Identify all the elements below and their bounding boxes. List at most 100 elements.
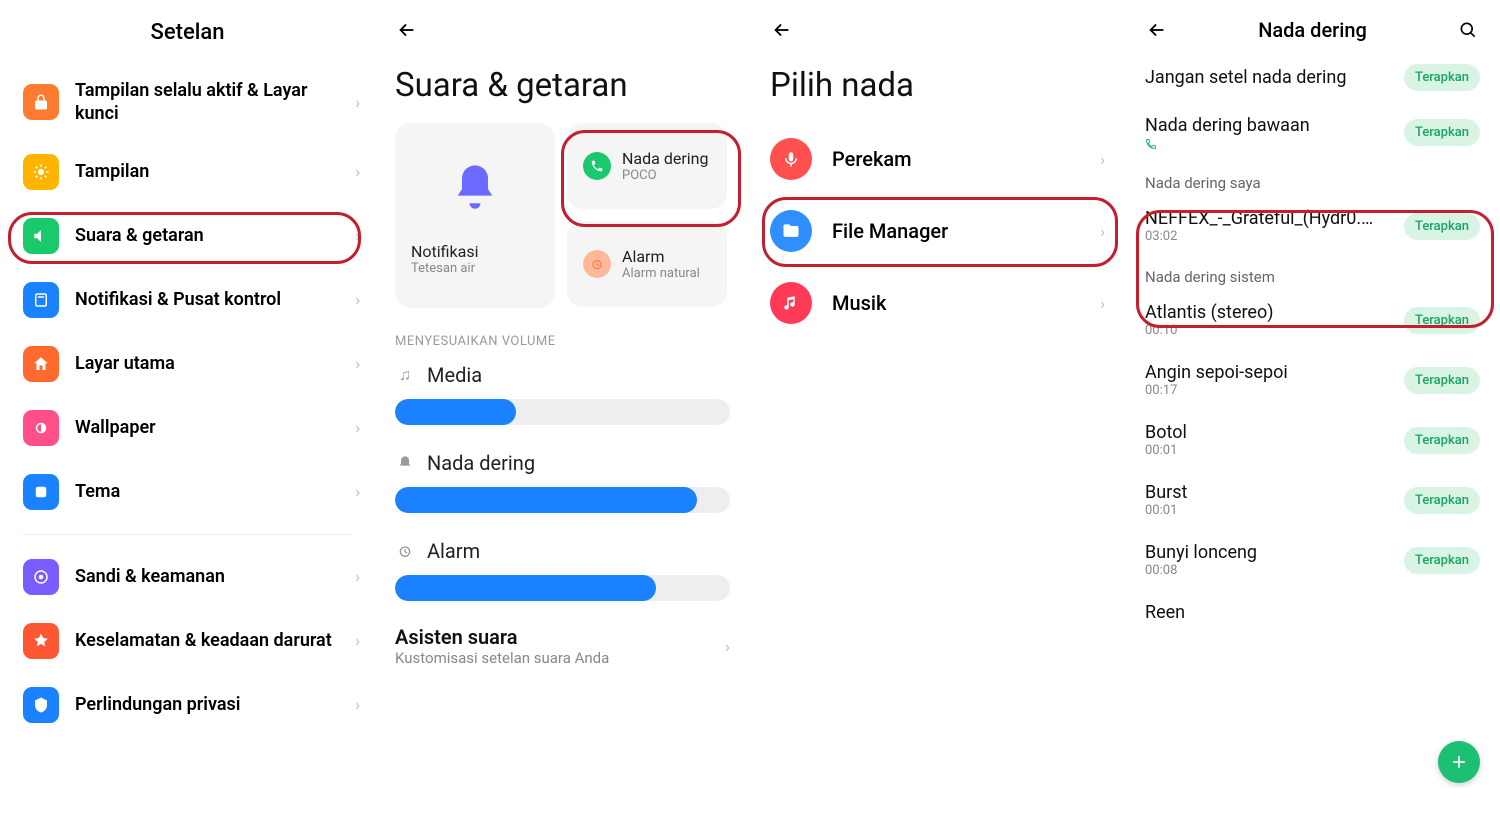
page-title: Nada dering (1169, 18, 1456, 42)
source-recorder[interactable]: Perekam › (750, 123, 1125, 195)
ringtone-reen[interactable]: Reen (1125, 590, 1500, 623)
ringtone-atlantis[interactable]: Atlantis (stereo) 00:10 Terapkan (1125, 290, 1500, 350)
ringtone-none[interactable]: Jangan setel nada dering Terapkan (1125, 52, 1500, 103)
chevron-right-icon: › (1100, 222, 1105, 241)
item-always-on-display[interactable]: Tampilan selalu aktif & Layar kunci › (0, 65, 375, 140)
item-home-screen[interactable]: Layar utama › (0, 332, 375, 396)
apply-button[interactable]: Terapkan (1404, 307, 1480, 334)
ringtone-panel: Nada dering Jangan setel nada dering Ter… (1125, 0, 1500, 813)
sun-icon (23, 154, 59, 190)
chevron-right-icon: › (355, 93, 360, 112)
ringtone-custom-neffex[interactable]: NEFFEX_-_Grateful_(Hydr0.... 03:02 Terap… (1125, 196, 1500, 256)
ringtone-title: Jangan setel nada dering (1145, 67, 1404, 88)
ringtone-burst[interactable]: Burst 00:01 Terapkan (1125, 470, 1500, 530)
volume-alarm: Alarm (375, 533, 750, 603)
item-password-security[interactable]: Sandi & keamanan › (0, 545, 375, 609)
source-label: Perekam (832, 147, 1100, 171)
back-button[interactable] (395, 18, 419, 42)
back-button[interactable] (1145, 18, 1169, 42)
alarm-clock-icon (583, 250, 611, 278)
emergency-icon (23, 623, 59, 659)
ringtone-duration: 00:17 (1145, 383, 1404, 398)
ringtone-duration: 00:10 (1145, 323, 1404, 338)
wallpaper-icon (23, 410, 59, 446)
page-title: Suara & getaran (375, 52, 750, 123)
ringtone-duration: 03:02 (1145, 229, 1404, 244)
add-ringtone-fab[interactable] (1438, 741, 1480, 783)
folder-icon (770, 210, 812, 252)
chevron-right-icon: › (355, 290, 360, 309)
alarm-card[interactable]: Alarm Alarm natural (567, 221, 727, 307)
ringtone-title: Burst (1145, 482, 1404, 503)
apply-button[interactable]: Terapkan (1404, 427, 1480, 454)
item-label: Layar utama (75, 352, 355, 375)
ringtone-title: Botol (1145, 422, 1404, 443)
ringtone-title: Bunyi lonceng (1145, 542, 1404, 563)
media-slider[interactable] (395, 399, 730, 425)
item-wallpaper[interactable]: Wallpaper › (0, 396, 375, 460)
item-label: Tampilan (75, 160, 355, 183)
ringtone-botol[interactable]: Botol 00:01 Terapkan (1125, 410, 1500, 470)
apply-button[interactable]: Terapkan (1404, 547, 1480, 574)
ringtone-lonceng[interactable]: Bunyi lonceng 00:08 Terapkan (1125, 530, 1500, 590)
notification-sound-card[interactable]: Notifikasi Tetesan air (395, 123, 555, 308)
item-theme[interactable]: Tema › (0, 460, 375, 524)
card-title: Alarm (622, 247, 700, 266)
item-safety-emergency[interactable]: Keselamatan & keadaan darurat › (0, 609, 375, 673)
item-label: Tampilan selalu aktif & Layar kunci (75, 79, 355, 126)
item-privacy[interactable]: Perlindungan privasi › (0, 673, 375, 723)
search-button[interactable] (1456, 18, 1480, 42)
settings-title: Setelan (0, 0, 375, 65)
ringtone-slider[interactable] (395, 487, 730, 513)
security-icon (23, 559, 59, 595)
source-label: File Manager (832, 219, 1100, 243)
card-title: Notifikasi (411, 242, 479, 261)
settings-panel: Setelan Tampilan selalu aktif & Layar ku… (0, 0, 375, 813)
ringtone-card[interactable]: Nada dering POCO (567, 123, 727, 209)
divider (23, 534, 352, 535)
chevron-right-icon: › (1100, 294, 1105, 313)
apply-button[interactable]: Terapkan (1404, 119, 1480, 146)
apply-button[interactable]: Terapkan (1404, 487, 1480, 514)
volume-media: ♫ Media (375, 357, 750, 427)
item-sound-vibration[interactable]: Suara & getaran › (0, 204, 375, 268)
item-label: Wallpaper (75, 416, 355, 439)
item-notification-control[interactable]: Notifikasi & Pusat kontrol › (0, 268, 375, 332)
chevron-right-icon: › (725, 637, 730, 656)
source-music[interactable]: Musik › (750, 267, 1125, 339)
item-display[interactable]: Tampilan › (0, 140, 375, 204)
ringtone-title: NEFFEX_-_Grateful_(Hydr0.... (1145, 208, 1375, 229)
assistant-sub: Kustomisasi setelan suara Anda (395, 649, 725, 667)
card-sub: POCO (622, 168, 708, 183)
source-file-manager[interactable]: File Manager › (750, 195, 1125, 267)
notification-icon (23, 282, 59, 318)
volume-section-label: MENYESUAIKAN VOLUME (375, 308, 750, 357)
lock-icon (23, 84, 59, 120)
alarm-small-icon (395, 543, 415, 559)
item-label: Tema (75, 480, 355, 503)
chevron-right-icon: › (355, 567, 360, 586)
slider-label: Alarm (427, 539, 480, 563)
chevron-right-icon: › (355, 162, 360, 181)
chevron-right-icon: › (355, 631, 360, 650)
chevron-right-icon: › (355, 354, 360, 373)
apply-button[interactable]: Terapkan (1404, 367, 1480, 394)
apply-button[interactable]: Terapkan (1404, 213, 1480, 240)
ringtone-angin[interactable]: Angin sepoi-sepoi 00:17 Terapkan (1125, 350, 1500, 410)
ringtone-default[interactable]: Nada dering bawaan Terapkan (1125, 103, 1500, 162)
back-button[interactable] (770, 18, 794, 42)
alarm-slider[interactable] (395, 575, 730, 601)
chevron-right-icon: › (1100, 150, 1105, 169)
item-label: Perlindungan privasi (75, 693, 355, 716)
ringtone-duration: 00:08 (1145, 563, 1404, 578)
slider-label: Nada dering (427, 451, 535, 475)
ringtone-title: Nada dering bawaan (1145, 115, 1404, 136)
sound-assistant-item[interactable]: Asisten suara Kustomisasi setelan suara … (375, 603, 750, 667)
bell-small-icon (395, 455, 415, 471)
apply-button[interactable]: Terapkan (1404, 64, 1480, 91)
card-sub: Tetesan air (411, 261, 479, 276)
item-label: Notifikasi & Pusat kontrol (75, 288, 355, 311)
ringtone-title: Atlantis (stereo) (1145, 302, 1404, 323)
assistant-title: Asisten suara (395, 625, 725, 649)
theme-icon (23, 474, 59, 510)
